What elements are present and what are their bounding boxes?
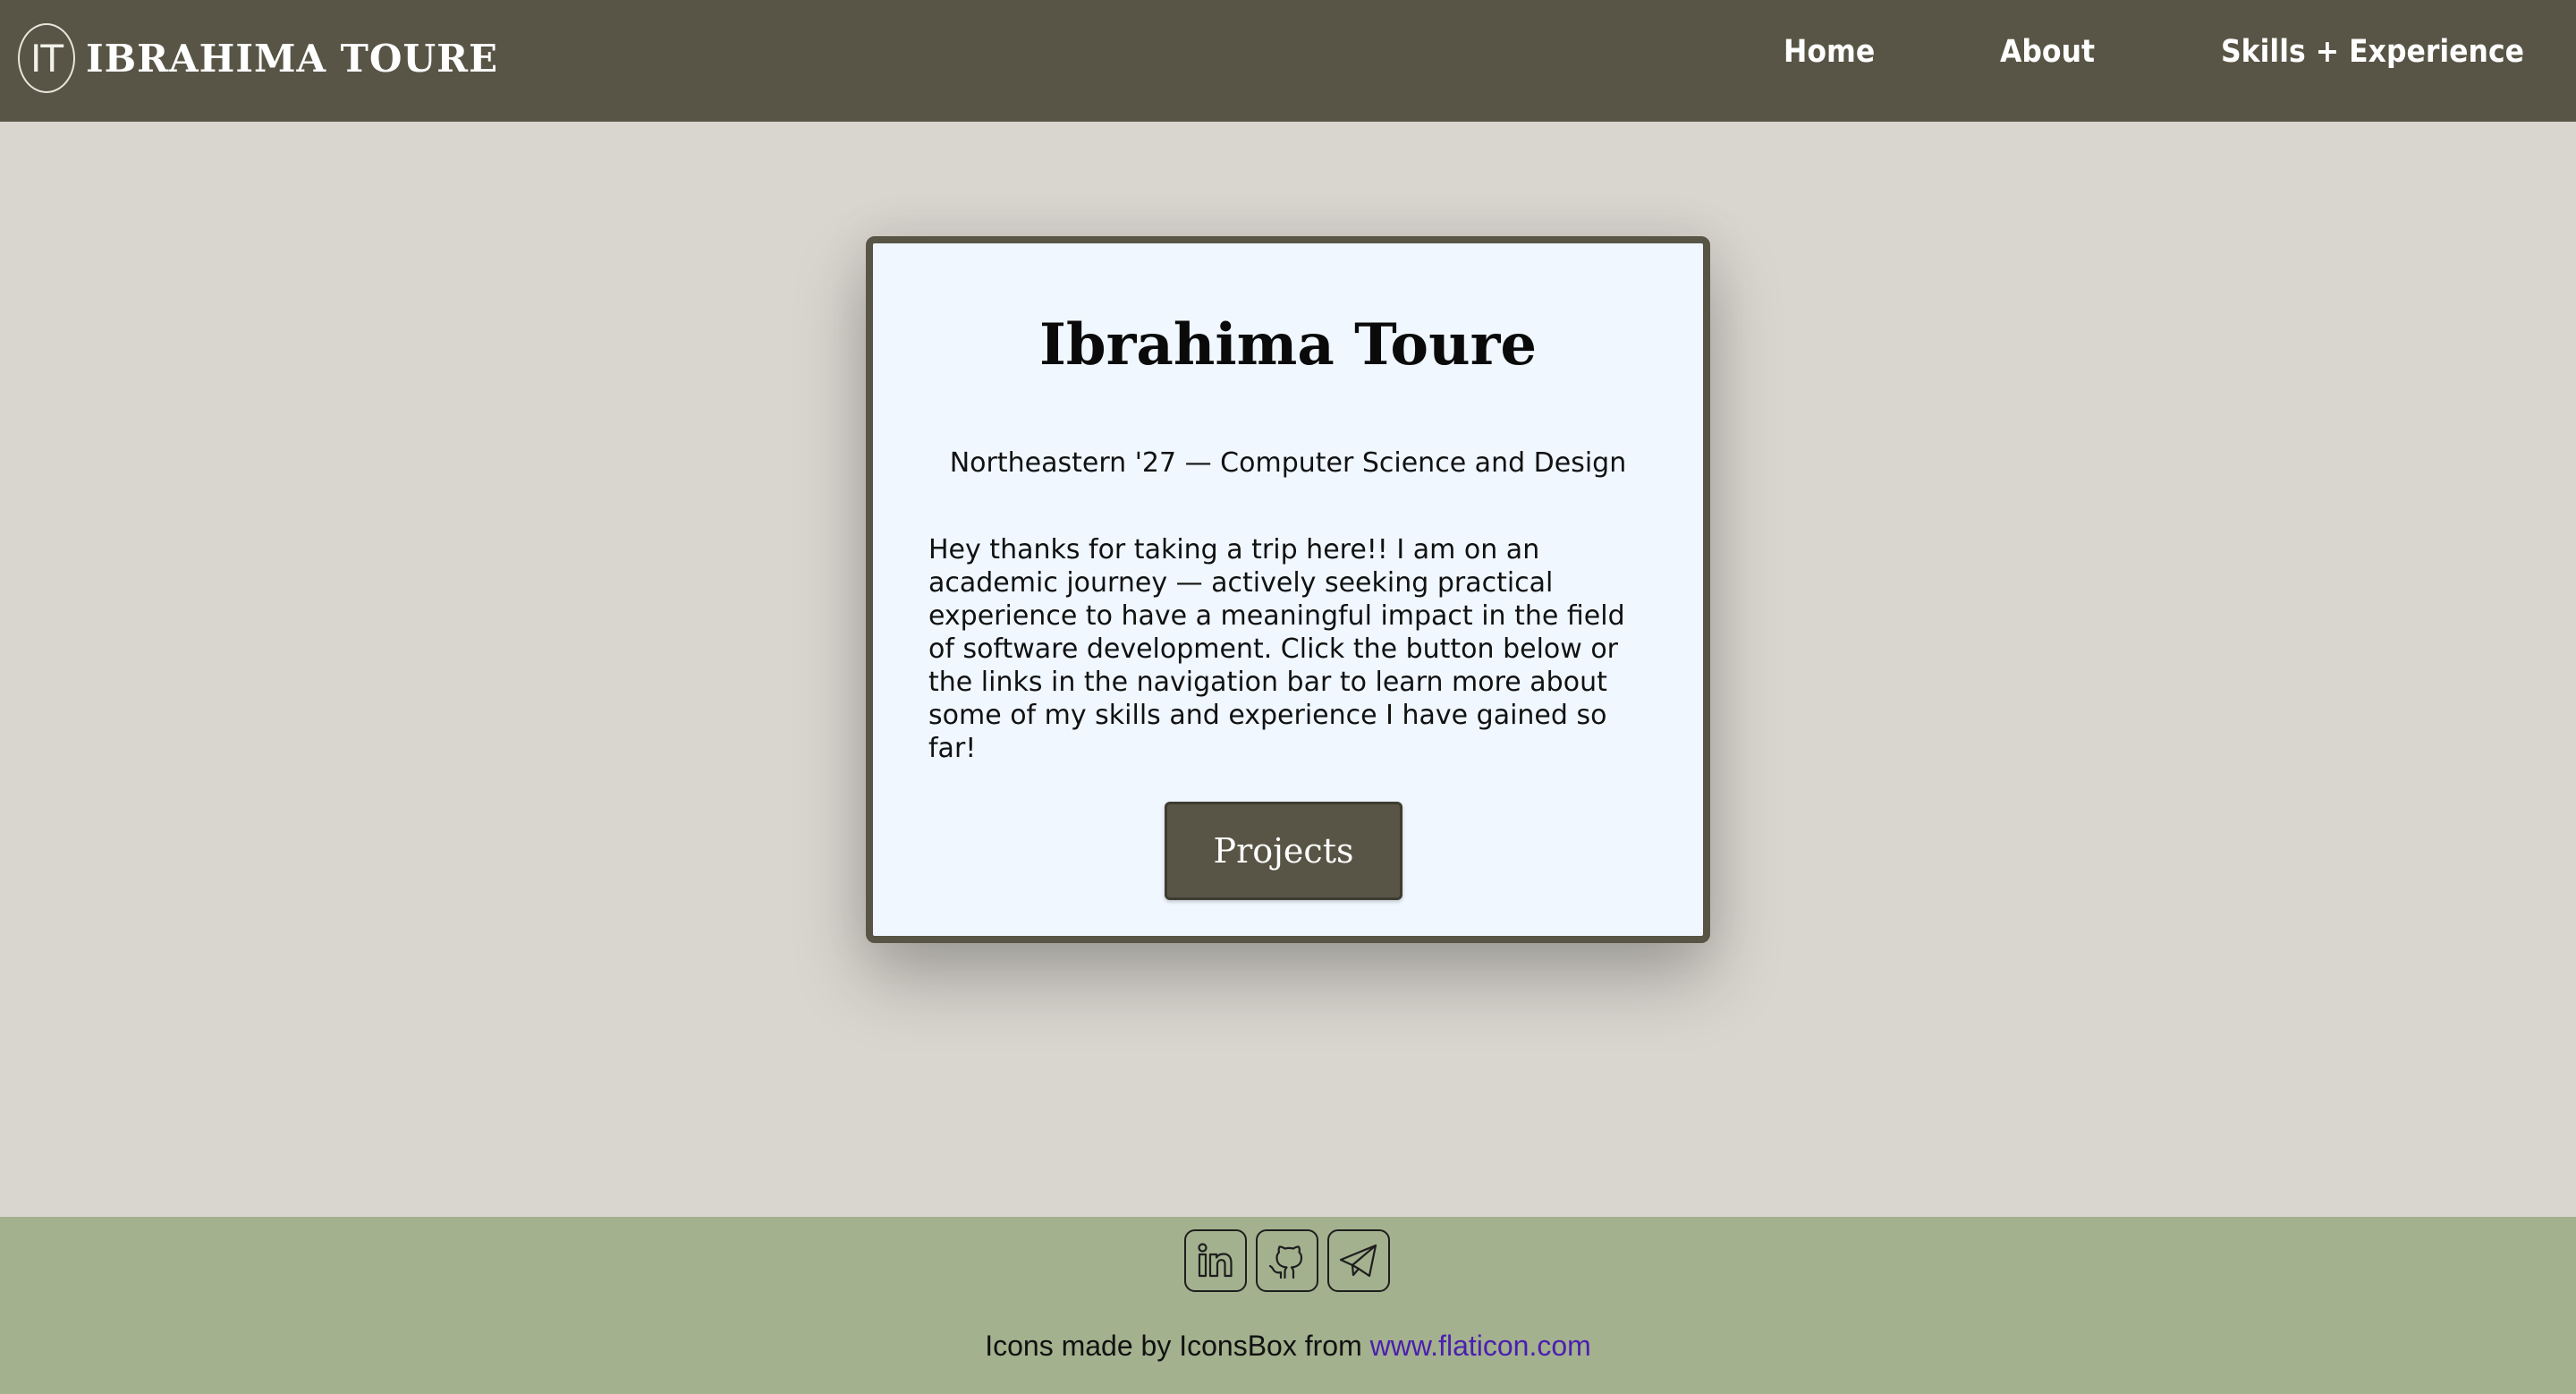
intro-card: Ibrahima Toure Northeastern '27 — Comput… bbox=[866, 236, 1710, 943]
icon-credits: Icons made by IconsBox from www.flaticon… bbox=[0, 1330, 2576, 1363]
brand-home-link[interactable]: IT IBRAHIMA TOURE bbox=[18, 21, 498, 95]
github-icon[interactable] bbox=[1256, 1229, 1318, 1292]
brand-name: IBRAHIMA TOURE bbox=[86, 36, 499, 81]
telegram-icon[interactable] bbox=[1327, 1229, 1390, 1292]
top-navbar: IT IBRAHIMA TOURE Home About Skills + Ex… bbox=[0, 0, 2576, 122]
nav-link-skills-experience[interactable]: Skills + Experience bbox=[2221, 34, 2524, 70]
credits-text: Icons made by IconsBox from bbox=[985, 1330, 1370, 1362]
linkedin-icon[interactable] bbox=[1184, 1229, 1247, 1292]
card-intro-text: Hey thanks for taking a trip here!! I am… bbox=[928, 534, 1625, 764]
nav-link-home[interactable]: Home bbox=[1784, 34, 1875, 70]
logo-monogram: IT bbox=[18, 23, 75, 93]
card-subtitle: Northeastern '27 — Computer Science and … bbox=[949, 447, 1627, 479]
footer: Icons made by IconsBox from www.flaticon… bbox=[0, 1217, 2576, 1394]
projects-button[interactable]: Projects bbox=[1165, 802, 1402, 900]
social-links bbox=[1184, 1229, 1390, 1292]
nav-link-about[interactable]: About bbox=[2000, 34, 2095, 70]
flaticon-link[interactable]: www.flaticon.com bbox=[1370, 1330, 1591, 1362]
card-title: Ibrahima Toure bbox=[1038, 311, 1538, 378]
